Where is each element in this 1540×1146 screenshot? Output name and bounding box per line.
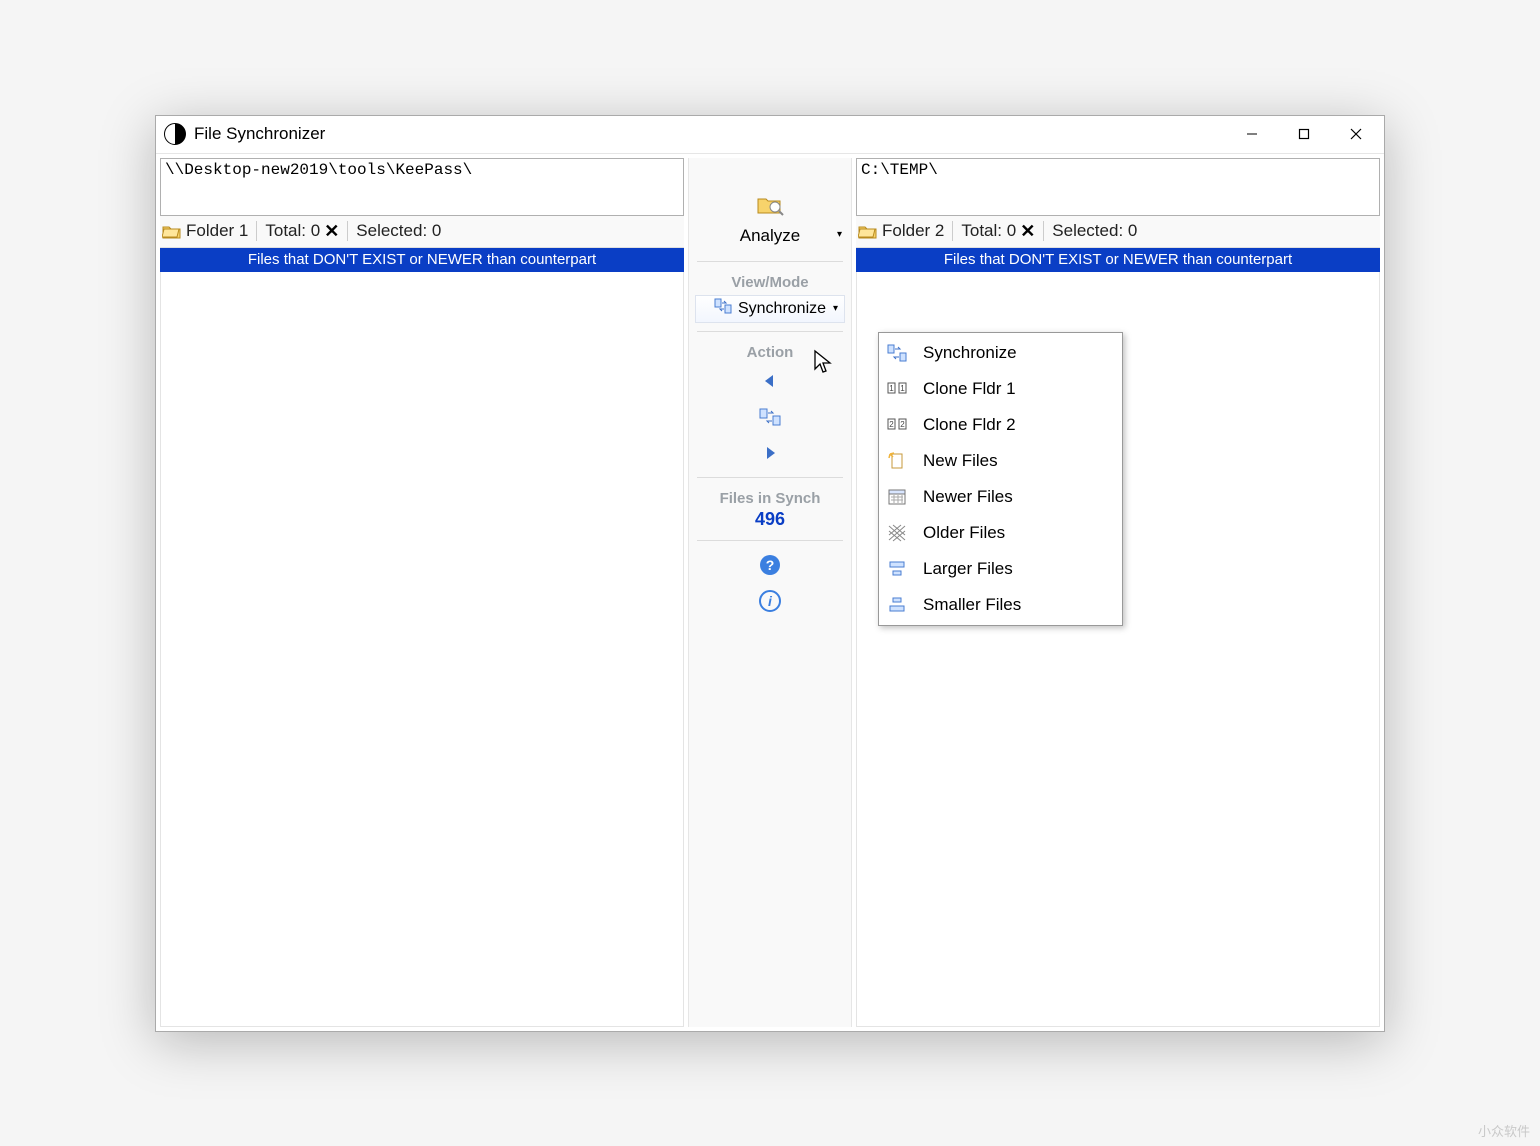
dropdown-item-synchronize[interactable]: Synchronize [879,335,1122,371]
dropdown-item-label: Larger Files [923,559,1013,579]
svg-text:2: 2 [900,420,905,429]
right-total-label: Total: 0 [961,221,1016,241]
separator [347,221,348,241]
dropdown-item-label: Newer Files [923,487,1013,507]
svg-text:2: 2 [889,420,894,429]
info-button[interactable]: i [689,583,851,619]
dropdown-item-label: Clone Fldr 1 [923,379,1016,399]
separator [256,221,257,241]
dropdown-item-clone-fldr-1[interactable]: 11 Clone Fldr 1 [879,371,1122,407]
open-folder-icon[interactable] [858,223,878,239]
left-folder-label: Folder 1 [186,221,248,241]
mode-caret-icon: ▾ [833,303,838,314]
action-section-label: Action [689,338,851,363]
open-folder-icon[interactable] [162,223,182,239]
left-list-header: Files that DON'T EXIST or NEWER than cou… [160,248,684,272]
mode-selected-label: Synchronize [738,300,826,318]
close-button[interactable] [1330,116,1382,152]
client-area: \\Desktop-new2019\tools\KeePass\ Folder … [156,154,1384,1031]
svg-text:i: i [768,593,773,609]
maximize-button[interactable] [1278,116,1330,152]
analyze-icon [756,193,784,220]
right-toolbar: Folder 2 Total: 0 ✕ Selected: 0 [856,216,1380,248]
action-copy-right-button[interactable] [689,435,851,471]
right-selected-label: Selected: 0 [1052,221,1137,241]
sync-icon [714,297,732,320]
left-path-input[interactable]: \\Desktop-new2019\tools\KeePass\ [160,158,684,216]
dropdown-item-larger-files[interactable]: Larger Files [879,551,1122,587]
clone2-icon: 22 [885,413,909,437]
dropdown-item-label: Synchronize [923,343,1017,363]
watermark: 小众软件 [1478,1121,1530,1140]
dropdown-item-label: Smaller Files [923,595,1021,615]
analyze-label: Analyze [740,226,800,246]
right-path-input[interactable]: C:\TEMP\ [856,158,1380,216]
right-list-header: Files that DON'T EXIST or NEWER than cou… [856,248,1380,272]
svg-text:?: ? [766,557,775,573]
separator [697,261,843,262]
sync-icon [885,341,909,365]
left-toolbar: Folder 1 Total: 0 ✕ Selected: 0 [160,216,684,248]
clone1-icon: 11 [885,377,909,401]
analyze-button[interactable]: Analyze ▾ [689,188,851,255]
separator [697,331,843,332]
files-in-synch-label: Files in Synch [689,484,851,509]
new-file-icon [885,449,909,473]
svg-text:1: 1 [889,384,894,393]
dropdown-item-label: New Files [923,451,998,471]
larger-icon [885,557,909,581]
help-button[interactable]: ? [689,547,851,583]
window-title: File Synchronizer [194,124,1226,144]
minimize-button[interactable] [1226,116,1278,152]
mode-dropdown-menu: Synchronize 11 Clone Fldr 1 22 Clone Fld… [878,332,1123,626]
smaller-icon [885,593,909,617]
left-total-label: Total: 0 [265,221,320,241]
left-file-list[interactable] [160,272,684,1027]
dropdown-item-smaller-files[interactable]: Smaller Files [879,587,1122,623]
mode-dropdown-button[interactable]: Synchronize ▾ [695,295,845,323]
calendar-icon [885,485,909,509]
left-selected-label: Selected: 0 [356,221,441,241]
dropdown-item-new-files[interactable]: New Files [879,443,1122,479]
separator [1043,221,1044,241]
clear-left-icon[interactable]: ✕ [324,221,339,242]
analyze-caret-icon[interactable]: ▾ [837,229,842,240]
dropdown-item-newer-files[interactable]: Newer Files [879,479,1122,515]
dropdown-item-clone-fldr-2[interactable]: 22 Clone Fldr 2 [879,407,1122,443]
dropdown-item-older-files[interactable]: Older Files [879,515,1122,551]
separator [697,540,843,541]
action-copy-left-button[interactable] [689,363,851,399]
titlebar: File Synchronizer [156,116,1384,154]
separator [952,221,953,241]
center-panel: Analyze ▾ View/Mode Synchronize ▾ Action [688,158,852,1027]
separator [697,477,843,478]
viewmode-section-label: View/Mode [689,268,851,293]
dropdown-item-label: Older Files [923,523,1005,543]
clear-right-icon[interactable]: ✕ [1020,221,1035,242]
left-pane: \\Desktop-new2019\tools\KeePass\ Folder … [160,158,684,1027]
action-sync-both-button[interactable] [689,399,851,435]
files-in-synch-count: 496 [689,509,851,534]
older-icon [885,521,909,545]
window-buttons [1226,116,1382,152]
right-folder-label: Folder 2 [882,221,944,241]
svg-text:1: 1 [900,384,905,393]
app-icon [164,123,186,145]
dropdown-item-label: Clone Fldr 2 [923,415,1016,435]
app-window: File Synchronizer \\Desktop-new2019\tool… [155,115,1385,1032]
